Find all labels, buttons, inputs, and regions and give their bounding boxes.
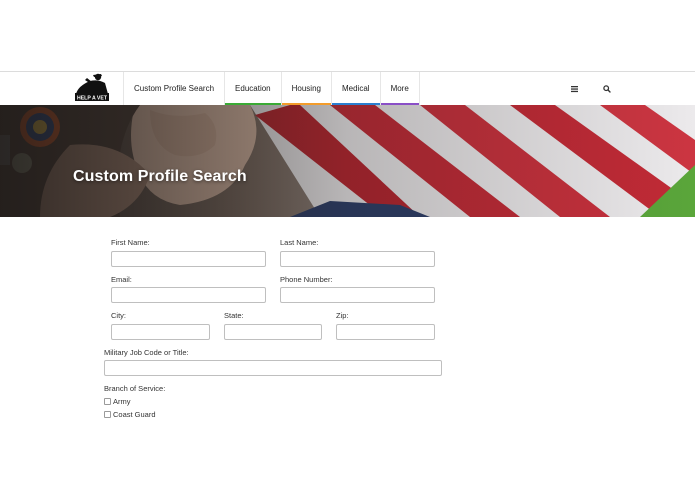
army-checkbox[interactable] — [104, 398, 111, 405]
last-name-label: Last Name: — [280, 238, 319, 247]
hero-banner: Custom Profile Search — [0, 105, 695, 217]
nav-more[interactable]: More — [379, 72, 420, 105]
zip-label: Zip: — [336, 311, 349, 320]
phone-input[interactable] — [280, 287, 435, 303]
nav-custom-profile-search[interactable]: Custom Profile Search — [123, 72, 224, 105]
page-title: Custom Profile Search — [73, 168, 247, 185]
nav-education[interactable]: Education — [224, 72, 281, 105]
city-input[interactable] — [111, 324, 210, 340]
military-job-label: Military Job Code or Title: — [104, 348, 189, 357]
state-label: State: — [224, 311, 244, 320]
state-input[interactable] — [224, 324, 322, 340]
nav-menu: Custom Profile Search Education Housing … — [123, 72, 420, 105]
city-label: City: — [111, 311, 126, 320]
main-navbar: HELP A VET Custom Profile Search Educati… — [0, 72, 695, 105]
email-label: Email: — [111, 275, 132, 284]
last-name-input[interactable] — [280, 251, 435, 267]
nav-label: Custom Profile Search — [134, 84, 215, 93]
phone-label: Phone Number: — [280, 275, 333, 284]
zip-input[interactable] — [336, 324, 435, 340]
branch-of-service-label: Branch of Service: — [104, 384, 166, 393]
search-icon[interactable] — [601, 82, 613, 94]
nav-label: Education — [235, 84, 271, 93]
army-label: Army — [113, 397, 131, 406]
hero-image — [0, 105, 695, 217]
nav-housing[interactable]: Housing — [280, 72, 332, 105]
logo-text: HELP A VET — [77, 96, 108, 102]
nav-medical[interactable]: Medical — [330, 72, 380, 105]
hamburger-menu-icon[interactable] — [568, 82, 580, 94]
coast-guard-label: Coast Guard — [113, 410, 156, 419]
coast-guard-checkbox[interactable] — [104, 411, 111, 418]
email-input[interactable] — [111, 287, 266, 303]
branch-option-coast-guard[interactable]: Coast Guard — [104, 410, 156, 419]
nav-label: Housing — [291, 84, 321, 93]
military-job-input[interactable] — [104, 360, 442, 376]
nav-label: Medical — [341, 84, 370, 93]
nav-label: More — [390, 84, 409, 93]
first-name-input[interactable] — [111, 251, 266, 267]
first-name-label: First Name: — [111, 238, 150, 247]
help-a-vet-logo[interactable]: HELP A VET — [72, 72, 112, 104]
branch-option-army[interactable]: Army — [104, 397, 131, 406]
